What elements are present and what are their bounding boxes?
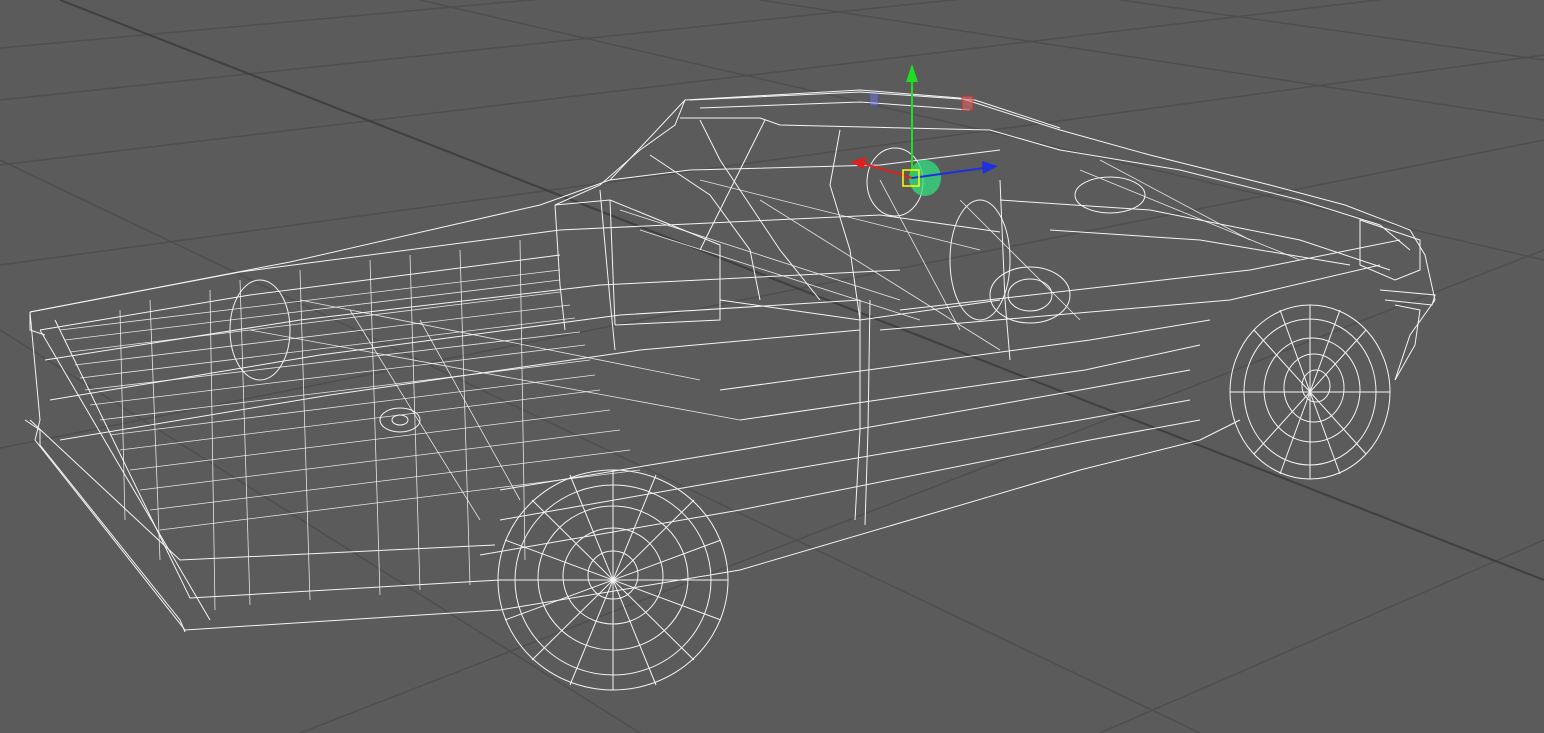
zy-plane-handle[interactable] xyxy=(869,93,879,107)
x-axis-arrow-icon[interactable] xyxy=(850,157,866,169)
y-axis-arrow-icon[interactable] xyxy=(906,64,918,82)
rear-wheel[interactable] xyxy=(497,469,729,691)
xy-plane-handle[interactable] xyxy=(961,95,974,111)
ground-grid xyxy=(0,0,1544,733)
front-wheel[interactable] xyxy=(1229,304,1391,480)
car-wireframe[interactable] xyxy=(24,89,1436,633)
3d-viewport[interactable] xyxy=(0,0,1544,733)
viewport-canvas[interactable] xyxy=(0,0,1544,733)
z-axis-arrow-icon[interactable] xyxy=(982,161,998,174)
